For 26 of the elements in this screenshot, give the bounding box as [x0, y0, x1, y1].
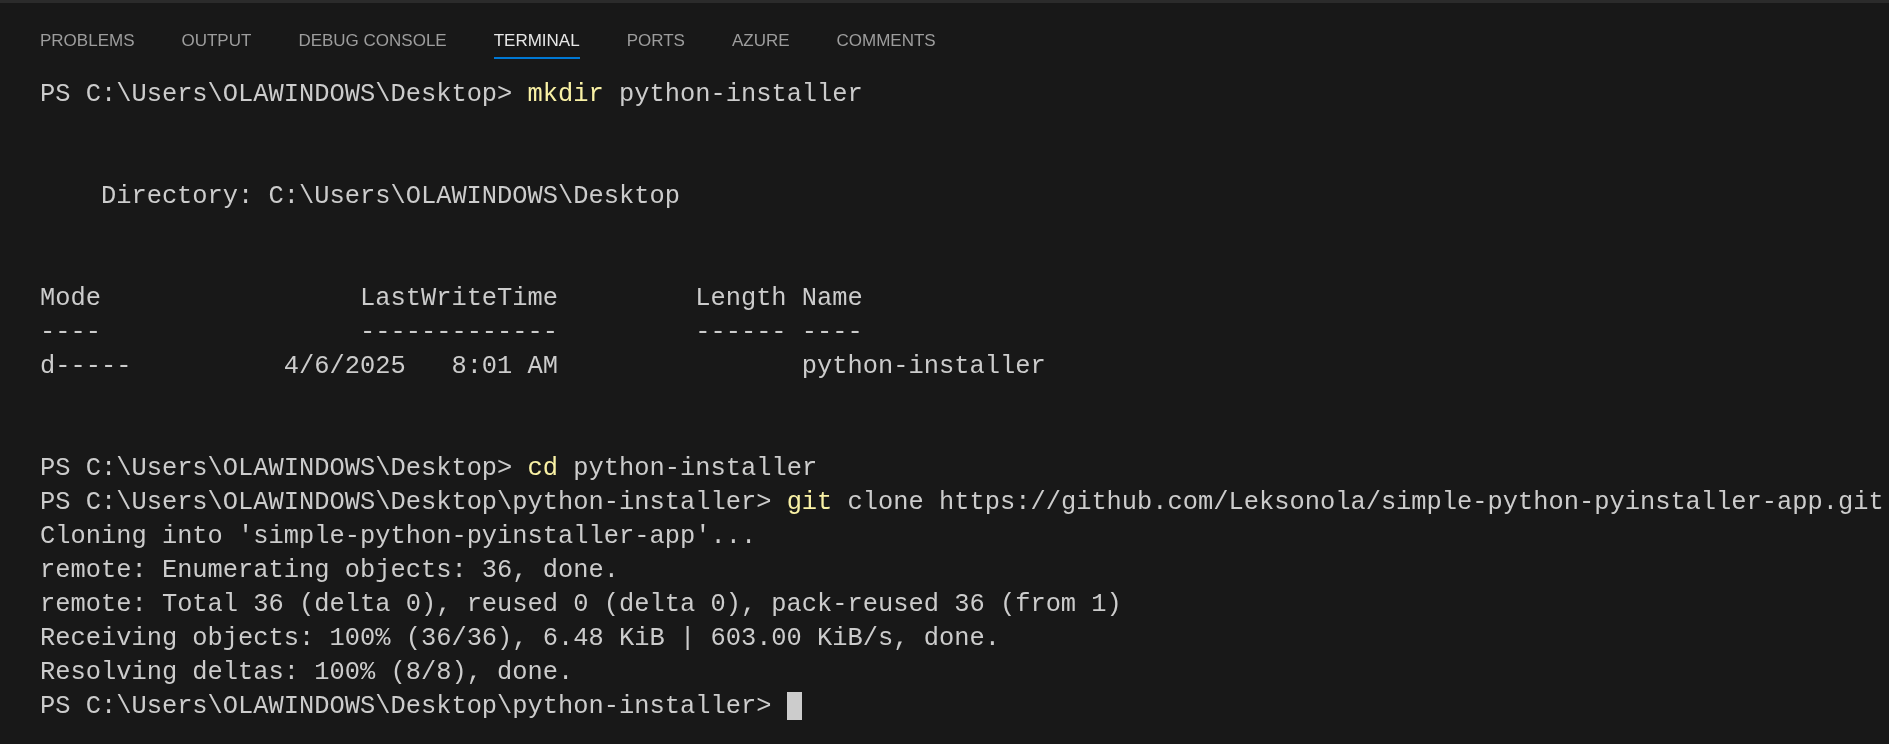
output-text: Mode LastWriteTime Length Name [40, 284, 863, 313]
panel-tab[interactable]: PORTS [626, 22, 685, 59]
output-text: Directory: C:\Users\OLAWINDOWS\Desktop [99, 182, 680, 211]
output-text: Cloning into 'simple-python-pyinstaller-app'... [40, 522, 757, 551]
command-name: git [786, 488, 833, 517]
prompt-text: PS C:\Users\OLAWINDOWS\Desktop> [40, 80, 513, 109]
output-text: ---- ------------- ------ ---- [40, 318, 863, 347]
output-text: Resolving deltas: 100% (8/8), done. [40, 658, 574, 687]
output-text: remote: Enumerating objects: 36, done. [40, 556, 619, 585]
prompt-text: PS C:\Users\OLAWINDOWS\Desktop> [40, 454, 513, 483]
panel-tab[interactable]: OUTPUT [181, 22, 252, 59]
output-text: d----- 4/6/2025 8:01 AM python-installer [40, 352, 1046, 381]
prompt-text: PS C:\Users\OLAWINDOWS\Desktop\python-installer> [40, 692, 772, 721]
command-name: mkdir [527, 80, 604, 109]
output-text: Receiving objects: 100% (36/36), 6.48 KiB | 603.00 KiB/s, done. [40, 624, 1000, 653]
prompt-text: PS C:\Users\OLAWINDOWS\Desktop\python-installer> [40, 488, 772, 517]
output-text: remote: Total 36 (delta 0), reused 0 (delta 0), pack-reused 36 (from 1) [40, 590, 1122, 619]
panel-tab[interactable]: PROBLEMS [40, 22, 135, 59]
command-args: clone https://github.com/Leksonola/simple-python-pyinstaller-app.git [847, 488, 1884, 517]
command-args: python-installer [619, 80, 863, 109]
panel-tab[interactable]: COMMENTS [836, 22, 936, 59]
panel-tab[interactable]: DEBUG CONSOLE [298, 22, 447, 59]
command-name: cd [527, 454, 559, 483]
panel-tab[interactable]: AZURE [731, 22, 790, 59]
panel-tab[interactable]: TERMINAL [493, 22, 580, 59]
command-args: python-installer [573, 454, 818, 483]
